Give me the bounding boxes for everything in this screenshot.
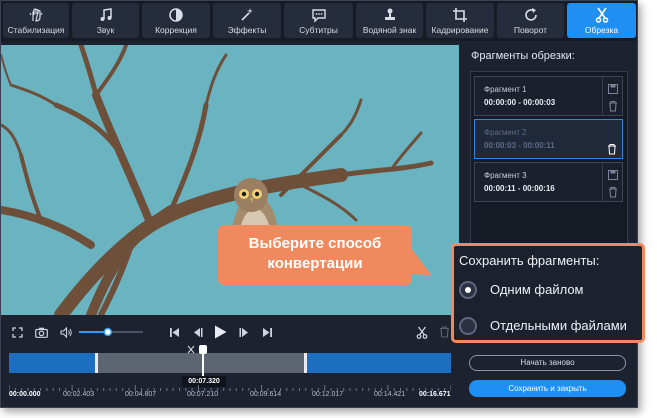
hint-callout: Выберите способ конвертации [218,225,412,285]
tab-label: Кадрирование [431,25,489,35]
tab-sound[interactable]: Звук [72,3,139,38]
fragment-range: 00:00:11 - 00:00:16 [484,184,555,193]
play-icon[interactable] [212,323,228,341]
tab-label: Обрезка [584,25,619,35]
skip-to-end-icon[interactable] [260,323,274,341]
radio-label: Одним файлом [490,282,584,297]
time-label: 00:12.017 [312,391,344,398]
stamp-icon [356,7,423,23]
save-fragments-box: Сохранить фрагменты: Одним файлом Отдель… [451,243,645,343]
speech-bubble-icon [284,7,353,23]
playhead[interactable] [202,347,204,377]
trash-icon[interactable] [608,99,618,117]
time-label: 00:02.403 [63,391,95,398]
volume-slider[interactable] [79,323,143,341]
tab-correction[interactable]: Коррекция [142,3,210,38]
radio-label: Отдельными файлами [490,318,627,333]
fragment-range: 00:00:03 - 00:00:11 [484,141,555,150]
save-fragments-title: Сохранить фрагменты: [459,253,600,268]
trash-icon[interactable] [608,185,618,203]
tab-watermark[interactable]: Водяной знак [356,3,423,38]
delete-segment-icon[interactable] [437,323,451,341]
tab-effects[interactable]: Эффекты [213,3,281,38]
tab-subtitles[interactable]: Субтитры [284,3,353,38]
volume-knob[interactable] [103,327,113,337]
music-note-icon [72,7,139,23]
tab-label: Водяной знак [362,25,417,35]
radio-single-file[interactable]: Одним файлом [459,279,639,301]
toolbar: Стабилизация Звук Коррекция Эффекты Субт… [1,1,637,41]
skip-to-start-icon[interactable] [167,323,181,341]
scissors-icon [567,7,636,23]
split-marker-icon [187,341,195,359]
callout-line-2: конвертации [267,255,363,272]
tab-trim[interactable]: Обрезка [567,3,636,38]
fragment-name: Фрагмент 2 [484,128,527,137]
fragment-actions [602,163,622,201]
next-frame-icon[interactable] [237,323,251,341]
fragment-range: 00:00:00 - 00:00:03 [484,98,556,107]
tab-label: Поворот [513,25,548,35]
fragment-item-2[interactable]: Фрагмент 2 00:00:03 - 00:00:11 [474,119,623,159]
save-icon[interactable] [608,81,618,99]
fragment-actions [602,120,622,158]
volume-fill [79,331,108,333]
fragment-name: Фрагмент 1 [484,85,527,94]
save-icon[interactable] [608,167,618,185]
fullscreen-icon[interactable] [9,323,25,341]
fragment-actions [602,77,622,115]
app-window: Стабилизация Звук Коррекция Эффекты Субт… [0,0,638,408]
contrast-icon [142,7,210,23]
time-label: 00:16.671 [419,391,451,398]
crop-icon [426,7,494,23]
tab-stabilization[interactable]: Стабилизация [3,3,69,38]
restart-button[interactable]: Начать заново [469,355,626,371]
tab-label: Звук [96,25,115,35]
tab-label: Стабилизация [7,25,65,35]
time-label: 00:00.000 [9,391,41,398]
fragment-item-3[interactable]: Фрагмент 3 00:00:11 - 00:00:16 [474,162,623,202]
camera-icon[interactable] [32,323,50,341]
tab-crop[interactable]: Кадрирование [426,3,494,38]
radio-dot[interactable] [459,317,477,335]
tab-label: Коррекция [155,25,197,35]
magic-wand-icon [213,7,281,23]
stabilization-hand-icon [3,7,69,23]
rotate-icon [497,7,564,23]
tab-label: Субтитры [299,25,338,35]
time-label: 00:09.614 [250,391,282,398]
fragment-item-1[interactable]: Фрагмент 1 00:00:00 - 00:00:03 [474,76,623,116]
segment-end-handle[interactable] [304,353,307,373]
tab-label: Эффекты [227,25,267,35]
timeline[interactable]: 00:07.320 00:00.000 00:02.403 00:04.807 … [1,345,459,407]
previous-frame-icon[interactable] [190,323,204,341]
trim-panel: Фрагменты обрезки: Фрагмент 1 00:00:00 -… [463,45,637,407]
radio-separate-files[interactable]: Отдельными файлами [459,315,639,337]
split-scissors-icon[interactable] [414,323,430,341]
time-label: 00:04.807 [125,391,157,398]
fragments-title: Фрагменты обрезки: [471,50,575,62]
tab-rotate[interactable]: Поворот [497,3,564,38]
fragments-list: Фрагмент 1 00:00:00 - 00:00:03 Фрагмент … [470,71,628,256]
trash-icon[interactable] [607,142,617,160]
save-and-close-button[interactable]: Сохранить и закрыть [469,380,626,397]
segment-start-handle[interactable] [95,353,98,373]
selected-segment[interactable] [96,353,306,373]
volume-icon[interactable] [58,323,74,341]
callout-line-1: Выберите способ [248,235,382,252]
radio-dot-checked[interactable] [459,281,477,299]
time-label: 00:07.210 [187,391,219,398]
fragment-name: Фрагмент 3 [484,171,527,180]
time-label: 00:14.421 [374,391,406,398]
